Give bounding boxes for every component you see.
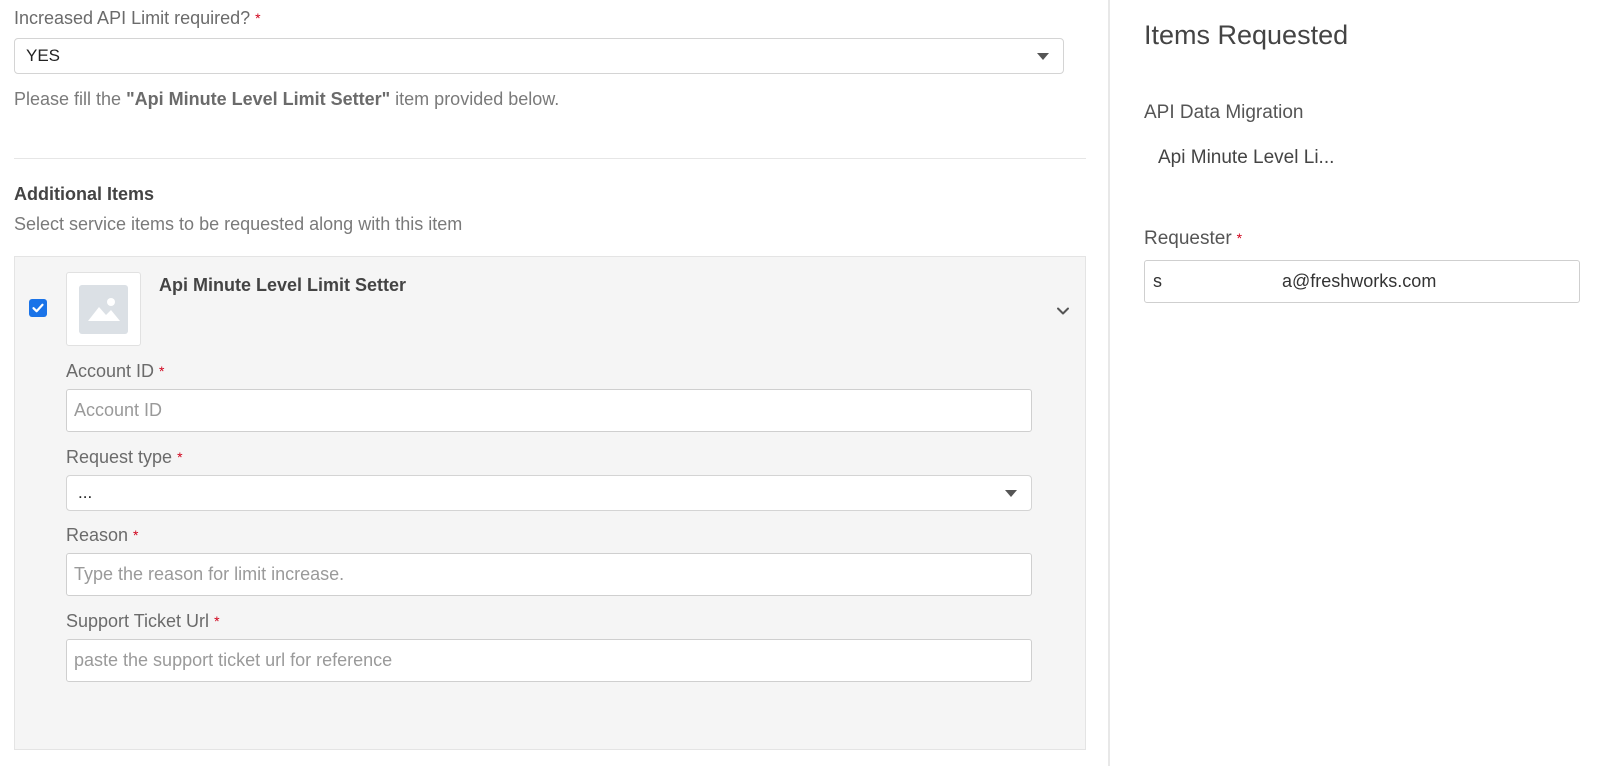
required-mark: * bbox=[255, 10, 261, 26]
api-limit-select[interactable]: YES bbox=[14, 38, 1064, 74]
request-type-select[interactable]: ... bbox=[66, 475, 1032, 511]
items-requested-title: Items Requested bbox=[1144, 20, 1349, 50]
section-divider bbox=[14, 158, 1086, 159]
additional-items-title: Additional Items bbox=[14, 184, 155, 204]
item-thumbnail bbox=[66, 272, 141, 346]
account-id-label-text: Account ID bbox=[66, 361, 155, 381]
support-url-label: Support Ticket Url * bbox=[66, 611, 220, 632]
items-requested-panel: Items Requested API Data Migration Api M… bbox=[1110, 0, 1600, 766]
requester-value-end: a@freshworks.com bbox=[1282, 271, 1437, 291]
request-type-select-value: ... bbox=[78, 483, 93, 502]
form-panel: Increased API Limit required? * YES Pleas… bbox=[0, 0, 1108, 766]
reason-label-text: Reason bbox=[66, 525, 129, 545]
item-title: Api Minute Level Limit Setter bbox=[159, 275, 407, 295]
item-checkbox[interactable] bbox=[29, 299, 47, 317]
requested-item-name[interactable]: Api Minute Level Li... bbox=[1158, 147, 1334, 169]
additional-items-subtitle: Select service items to be requested alo… bbox=[14, 214, 463, 234]
required-mark: * bbox=[133, 527, 139, 543]
api-limit-label-text: Increased API Limit required? bbox=[14, 8, 251, 28]
checkmark-icon bbox=[32, 303, 44, 313]
note-suffix: item provided below. bbox=[390, 89, 560, 109]
requester-input[interactable]: s a@freshworks.com bbox=[1144, 260, 1580, 303]
api-limit-select-value: YES bbox=[26, 46, 61, 65]
request-type-label-text: Request type bbox=[66, 447, 173, 467]
support-url-label-text: Support Ticket Url bbox=[66, 611, 210, 631]
note-highlight: "Api Minute Level Limit Setter" bbox=[126, 89, 391, 109]
support-url-input[interactable] bbox=[66, 639, 1032, 682]
account-id-input[interactable] bbox=[66, 389, 1032, 432]
request-type-label: Request type * bbox=[66, 447, 183, 468]
required-mark: * bbox=[177, 449, 183, 465]
reason-input[interactable] bbox=[66, 553, 1032, 596]
required-mark: * bbox=[1236, 230, 1243, 246]
service-item-card: Api Minute Level Limit Setter Account ID… bbox=[14, 256, 1086, 750]
requester-value-start: s bbox=[1153, 271, 1162, 291]
fill-item-note: Please fill the "Api Minute Level Limit … bbox=[14, 89, 559, 110]
reason-label: Reason * bbox=[66, 525, 139, 546]
requester-label: Requester * bbox=[1144, 228, 1242, 250]
dropdown-caret-icon bbox=[1037, 53, 1049, 60]
note-prefix: Please fill the bbox=[14, 89, 127, 109]
required-mark: * bbox=[159, 363, 165, 379]
account-id-label: Account ID * bbox=[66, 361, 165, 382]
api-limit-label: Increased API Limit required? * bbox=[14, 8, 261, 29]
image-placeholder-icon bbox=[79, 284, 128, 334]
redaction-mask bbox=[1162, 271, 1282, 292]
requested-group-name: API Data Migration bbox=[1144, 102, 1304, 123]
requester-label-text: Requester bbox=[1144, 228, 1232, 249]
required-mark: * bbox=[214, 613, 220, 629]
dropdown-caret-icon bbox=[1005, 490, 1017, 497]
chevron-down-icon[interactable] bbox=[1055, 305, 1071, 317]
